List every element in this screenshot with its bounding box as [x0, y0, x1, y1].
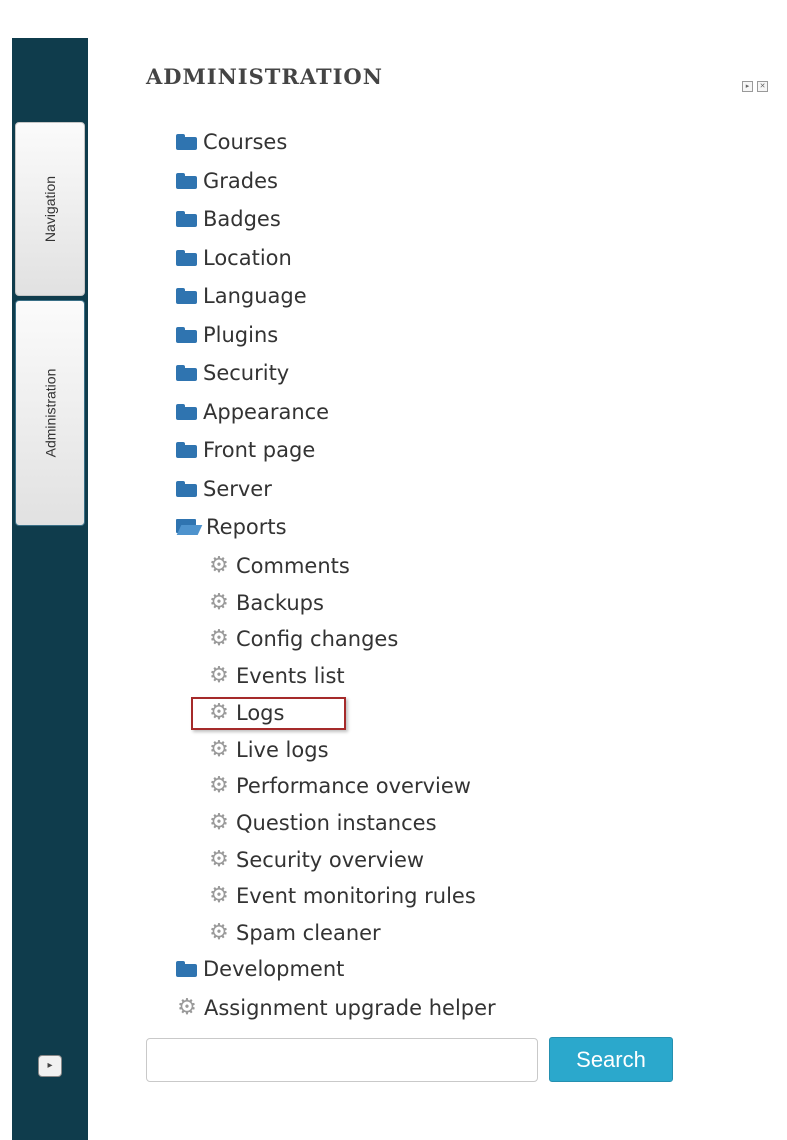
report-item-performance-overview-label: Performance overview	[236, 774, 471, 798]
tree-item-location[interactable]: Location	[176, 245, 292, 271]
search-input[interactable]	[146, 1038, 538, 1082]
gear-icon: ⚙	[209, 773, 229, 798]
gear-icon: ⚙	[209, 590, 229, 615]
tree-item-development-label: Development	[203, 957, 345, 981]
highlight-annotation	[191, 697, 346, 730]
report-item-live-logs-label: Live logs	[236, 738, 329, 762]
tab-administration-label: Administration	[42, 368, 59, 458]
gear-icon: ⚙	[209, 847, 229, 872]
report-item-spam-cleaner[interactable]: ⚙ Spam cleaner	[208, 920, 381, 946]
tree-item-reports-label: Reports	[206, 515, 287, 539]
folder-icon	[176, 404, 197, 420]
tree-item-security-label: Security	[203, 361, 290, 385]
report-item-event-monitoring-rules-label: Event monitoring rules	[236, 884, 476, 908]
folder-icon	[176, 481, 197, 497]
folder-icon	[176, 365, 197, 381]
report-item-security-overview[interactable]: ⚙ Security overview	[208, 847, 424, 873]
tree-item-reports[interactable]: Reports	[176, 514, 287, 540]
tree-item-assignment-upgrade-helper-label: Assignment upgrade helper	[204, 996, 496, 1020]
tree-item-language-label: Language	[203, 284, 307, 308]
folder-icon	[176, 327, 197, 343]
report-item-backups[interactable]: ⚙ Backups	[208, 590, 324, 616]
tree-item-appearance[interactable]: Appearance	[176, 399, 329, 425]
report-item-events-list-label: Events list	[236, 664, 345, 688]
tree-item-security[interactable]: Security	[176, 360, 289, 386]
report-item-question-instances-label: Question instances	[236, 811, 437, 835]
folder-icon	[176, 288, 197, 304]
search-button[interactable]: Search	[549, 1037, 673, 1082]
gear-icon: ⚙	[209, 553, 229, 578]
tree-item-badges[interactable]: Badges	[176, 206, 281, 232]
report-item-spam-cleaner-label: Spam cleaner	[236, 921, 381, 945]
report-item-performance-overview[interactable]: ⚙ Performance overview	[208, 773, 471, 799]
tree-item-server-label: Server	[203, 477, 272, 501]
tree-item-server[interactable]: Server	[176, 476, 272, 502]
report-item-question-instances[interactable]: ⚙ Question instances	[208, 810, 437, 836]
dock-icon[interactable]: ▸	[742, 81, 753, 92]
close-icon[interactable]: ✕	[757, 81, 768, 92]
report-item-backups-label: Backups	[236, 591, 324, 615]
tree-item-badges-label: Badges	[203, 207, 281, 231]
tab-navigation[interactable]: Navigation	[15, 122, 85, 296]
folder-icon	[176, 961, 197, 977]
tab-navigation-label: Navigation	[42, 175, 58, 243]
tree-item-grades-label: Grades	[203, 169, 278, 193]
gear-icon: ⚙	[209, 810, 229, 835]
report-item-comments-label: Comments	[236, 554, 350, 578]
tree-item-location-label: Location	[203, 246, 292, 270]
report-item-live-logs[interactable]: ⚙ Live logs	[208, 737, 329, 763]
gear-icon: ⚙	[209, 920, 229, 945]
block-title: ADMINISTRATION	[146, 64, 383, 89]
tree-item-grades[interactable]: Grades	[176, 168, 278, 194]
tree-item-development[interactable]: Development	[176, 956, 344, 982]
tree-item-assignment-upgrade-helper[interactable]: ⚙ Assignment upgrade helper	[176, 995, 496, 1021]
report-item-config-changes-label: Config changes	[236, 627, 399, 651]
report-item-event-monitoring-rules[interactable]: ⚙ Event monitoring rules	[208, 883, 476, 909]
folder-icon	[176, 250, 197, 266]
tree-item-front-page[interactable]: Front page	[176, 437, 315, 463]
folder-icon	[176, 134, 197, 150]
folder-icon	[176, 173, 197, 189]
tree-item-appearance-label: Appearance	[203, 400, 330, 424]
tree-item-front-page-label: Front page	[203, 438, 316, 462]
report-item-config-changes[interactable]: ⚙ Config changes	[208, 626, 398, 652]
tree-item-courses[interactable]: Courses	[176, 129, 287, 155]
report-item-security-overview-label: Security overview	[236, 848, 425, 872]
folder-icon	[176, 442, 197, 458]
tree-item-language[interactable]: Language	[176, 283, 307, 309]
gear-icon: ⚙	[209, 737, 229, 762]
dock-icon[interactable]: ▸	[38, 1055, 62, 1077]
tree-item-plugins-label: Plugins	[203, 323, 279, 347]
gear-icon: ⚙	[209, 883, 229, 908]
report-item-events-list[interactable]: ⚙ Events list	[208, 663, 345, 689]
tab-administration[interactable]: Administration	[15, 300, 85, 526]
folder-icon	[176, 211, 197, 227]
report-item-comments[interactable]: ⚙ Comments	[208, 553, 350, 579]
gear-icon: ⚙	[209, 626, 229, 651]
gear-icon: ⚙	[177, 995, 197, 1020]
tree-item-courses-label: Courses	[203, 130, 288, 154]
tree-item-plugins[interactable]: Plugins	[176, 322, 278, 348]
gear-icon: ⚙	[209, 663, 229, 688]
folder-open-icon	[176, 519, 203, 535]
